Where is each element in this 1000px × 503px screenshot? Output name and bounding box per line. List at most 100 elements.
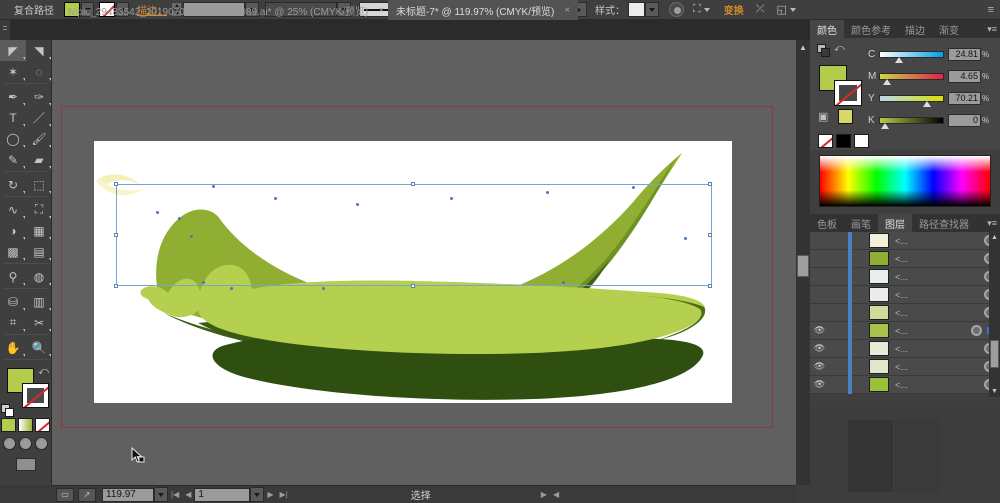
eye-icon[interactable]: 👁 <box>810 379 829 390</box>
align-icon[interactable]: ⛶ <box>693 3 710 16</box>
eye-icon[interactable]: 👁 <box>810 361 829 372</box>
draw-inside-icon[interactable] <box>35 437 48 450</box>
scroll-down-icon[interactable]: ▼ <box>989 386 1000 397</box>
selection-tool[interactable]: ◤ <box>0 40 26 61</box>
transform-button[interactable]: 变换 <box>724 2 744 17</box>
path-anchor-point[interactable] <box>356 203 359 206</box>
layer-target-icon[interactable] <box>971 325 982 336</box>
path-anchor-point[interactable] <box>230 287 233 290</box>
column-graph-tool[interactable]: ▥ <box>26 291 52 312</box>
preview-mode-icon[interactable]: ▭ <box>56 488 74 502</box>
layer-name[interactable]: <... <box>889 362 984 372</box>
nav-first-icon[interactable]: |◀ <box>171 490 179 499</box>
document-tab-1[interactable]: 未标题-7* @ 119.97% (CMYK/预览) × <box>388 0 578 20</box>
slider-thumb[interactable] <box>881 123 889 129</box>
layer-name[interactable]: <... <box>889 380 984 390</box>
selection-handle[interactable] <box>411 182 415 186</box>
color-panel-stroke-swatch[interactable] <box>834 80 862 106</box>
path-anchor-point[interactable] <box>156 211 159 214</box>
opacity-mask-icon[interactable] <box>669 2 684 17</box>
color-slider-m[interactable]: M4.65% <box>868 65 996 87</box>
document-tab-0[interactable]: Nipic_29483542_20190705184832731089.ai* … <box>60 0 392 20</box>
tab-pathfinder[interactable]: 路径查找器 <box>912 214 976 232</box>
color-slider-c[interactable]: C24.81% <box>868 43 996 65</box>
mesh-tool[interactable]: ▩ <box>0 241 26 262</box>
selection-handle[interactable] <box>114 182 118 186</box>
layer-name[interactable]: <... <box>889 236 984 246</box>
slider-track[interactable] <box>879 51 944 58</box>
blend-tool[interactable]: ◍ <box>26 266 52 287</box>
tab-brushes[interactable]: 画笔 <box>844 214 878 232</box>
path-anchor-point[interactable] <box>632 186 635 189</box>
slider-track[interactable] <box>879 95 944 102</box>
zoom-dropdown[interactable] <box>154 487 168 502</box>
layer-name[interactable]: <... <box>889 254 984 264</box>
screen-mode-icon[interactable] <box>16 458 36 471</box>
scroll-up-icon[interactable]: ▲ <box>989 232 1000 243</box>
path-anchor-point[interactable] <box>202 281 205 284</box>
tab-stroke[interactable]: 描边 <box>898 20 932 38</box>
swatch-black[interactable] <box>836 134 851 148</box>
layer-row[interactable]: <... <box>810 232 1000 250</box>
scrollbar-thumb[interactable] <box>797 255 809 277</box>
style-swatch[interactable] <box>628 2 645 17</box>
document-canvas[interactable] <box>52 40 796 485</box>
layer-name[interactable]: <... <box>889 290 984 300</box>
scroll-up-icon[interactable]: ▲ <box>796 40 810 54</box>
path-anchor-point[interactable] <box>190 235 193 238</box>
draw-normal-icon[interactable] <box>3 437 16 450</box>
nav-last-icon[interactable]: ▶| <box>280 490 288 499</box>
layer-row[interactable]: <... <box>810 250 1000 268</box>
line-segment-tool[interactable]: ／ <box>26 107 52 128</box>
tab-gradient[interactable]: 渐变 <box>932 20 966 38</box>
slider-thumb[interactable] <box>883 79 891 85</box>
layers-list[interactable]: <...<...<...<...<...👁<...👁<...👁<...👁<...… <box>810 232 1000 397</box>
dock-handle[interactable] <box>0 20 10 40</box>
slice-tool[interactable]: ✂ <box>26 312 52 333</box>
swap-fill-stroke-icon[interactable]: ⤺ <box>38 366 49 377</box>
out-of-gamut-swatch[interactable] <box>838 109 853 124</box>
close-icon[interactable]: × <box>378 5 384 16</box>
path-anchor-point[interactable] <box>274 197 277 200</box>
zoom-level-input[interactable]: 119.97 <box>102 488 154 502</box>
channel-value-input[interactable]: 0 <box>948 114 981 127</box>
artboard-number-input[interactable]: 1 <box>194 488 250 502</box>
layer-row[interactable]: <... <box>810 286 1000 304</box>
canvas-vertical-scrollbar[interactable]: ▲ <box>796 40 810 485</box>
tab-color[interactable]: 颜色 <box>810 20 844 38</box>
color-mode-button[interactable] <box>1 418 16 432</box>
eye-icon[interactable]: 👁 <box>810 343 829 354</box>
free-transform-tool[interactable]: ⛶ <box>26 199 52 220</box>
selection-handle[interactable] <box>708 182 712 186</box>
layer-row[interactable]: 👁<... <box>810 322 1000 340</box>
zoom-tool[interactable]: 🔍 <box>26 337 52 358</box>
path-anchor-point[interactable] <box>178 217 181 220</box>
swatch-none[interactable] <box>818 134 833 148</box>
selection-handle[interactable] <box>114 284 118 288</box>
swatch-white[interactable] <box>854 134 869 148</box>
channel-value-input[interactable]: 70.21 <box>948 92 981 105</box>
status-expand-icon[interactable]: ▶ <box>541 490 547 499</box>
swap-fill-stroke-icon[interactable]: ⤺ <box>834 43 845 54</box>
symbol-sprayer-tool[interactable]: ⛁ <box>0 291 26 312</box>
scale-tool[interactable]: ⬚ <box>26 174 52 195</box>
artboard-tool[interactable]: ⌗ <box>0 312 26 333</box>
width-tool[interactable]: ∿ <box>0 199 26 220</box>
gradient-mode-button[interactable] <box>18 418 33 432</box>
direct-selection-tool[interactable]: ◥ <box>26 40 52 61</box>
artboard-combo[interactable]: 1 <box>194 487 264 502</box>
pencil-tool[interactable]: ✎ <box>0 149 26 170</box>
slider-track[interactable] <box>879 73 944 80</box>
path-anchor-point[interactable] <box>546 191 549 194</box>
style-combo[interactable] <box>628 2 659 17</box>
eye-icon[interactable]: 👁 <box>810 325 829 336</box>
path-anchor-point[interactable] <box>450 197 453 200</box>
selection-handle[interactable] <box>708 233 712 237</box>
slider-thumb[interactable] <box>923 101 931 107</box>
selection-handle[interactable] <box>114 233 118 237</box>
panel-menu-icon[interactable]: ▾≡ <box>987 218 997 229</box>
toolbar-stroke-swatch[interactable] <box>22 383 49 408</box>
layer-name[interactable]: <... <box>889 272 984 282</box>
shape-mode-icon[interactable]: ◱ <box>777 3 796 16</box>
scrollbar-thumb[interactable] <box>990 340 999 368</box>
